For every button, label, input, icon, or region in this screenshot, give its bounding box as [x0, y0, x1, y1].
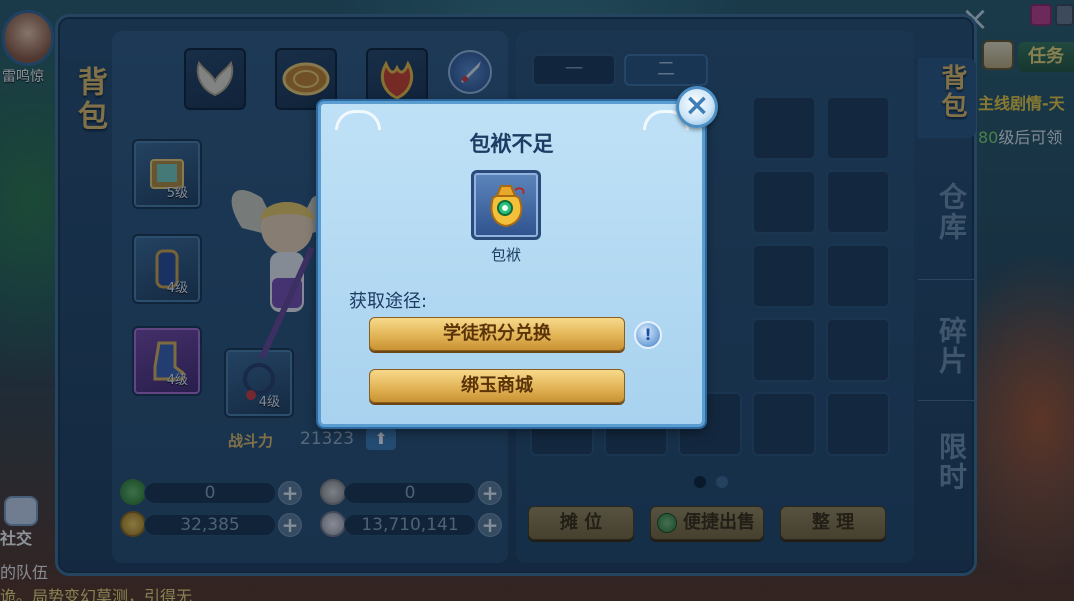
bag-pouch-icon	[490, 185, 525, 228]
source-label: 获取途径:	[349, 291, 428, 312]
insufficient-bag-dialog: 包袱不足 包袱 获取途径: 学徒积分兑换 ! 绑玉商城	[318, 101, 705, 427]
apprentice-points-exchange-button[interactable]: 学徒积分兑换	[369, 317, 625, 351]
dialog-close-button[interactable]: ×	[676, 86, 718, 128]
info-icon[interactable]: !	[634, 321, 662, 349]
item-name: 包袱	[490, 246, 521, 264]
dialog-title: 包袱不足	[469, 132, 554, 156]
bag-item-slot[interactable]	[471, 170, 541, 240]
bound-jade-shop-button[interactable]: 绑玉商城	[369, 369, 625, 403]
dialog-corner-decor	[335, 110, 381, 130]
